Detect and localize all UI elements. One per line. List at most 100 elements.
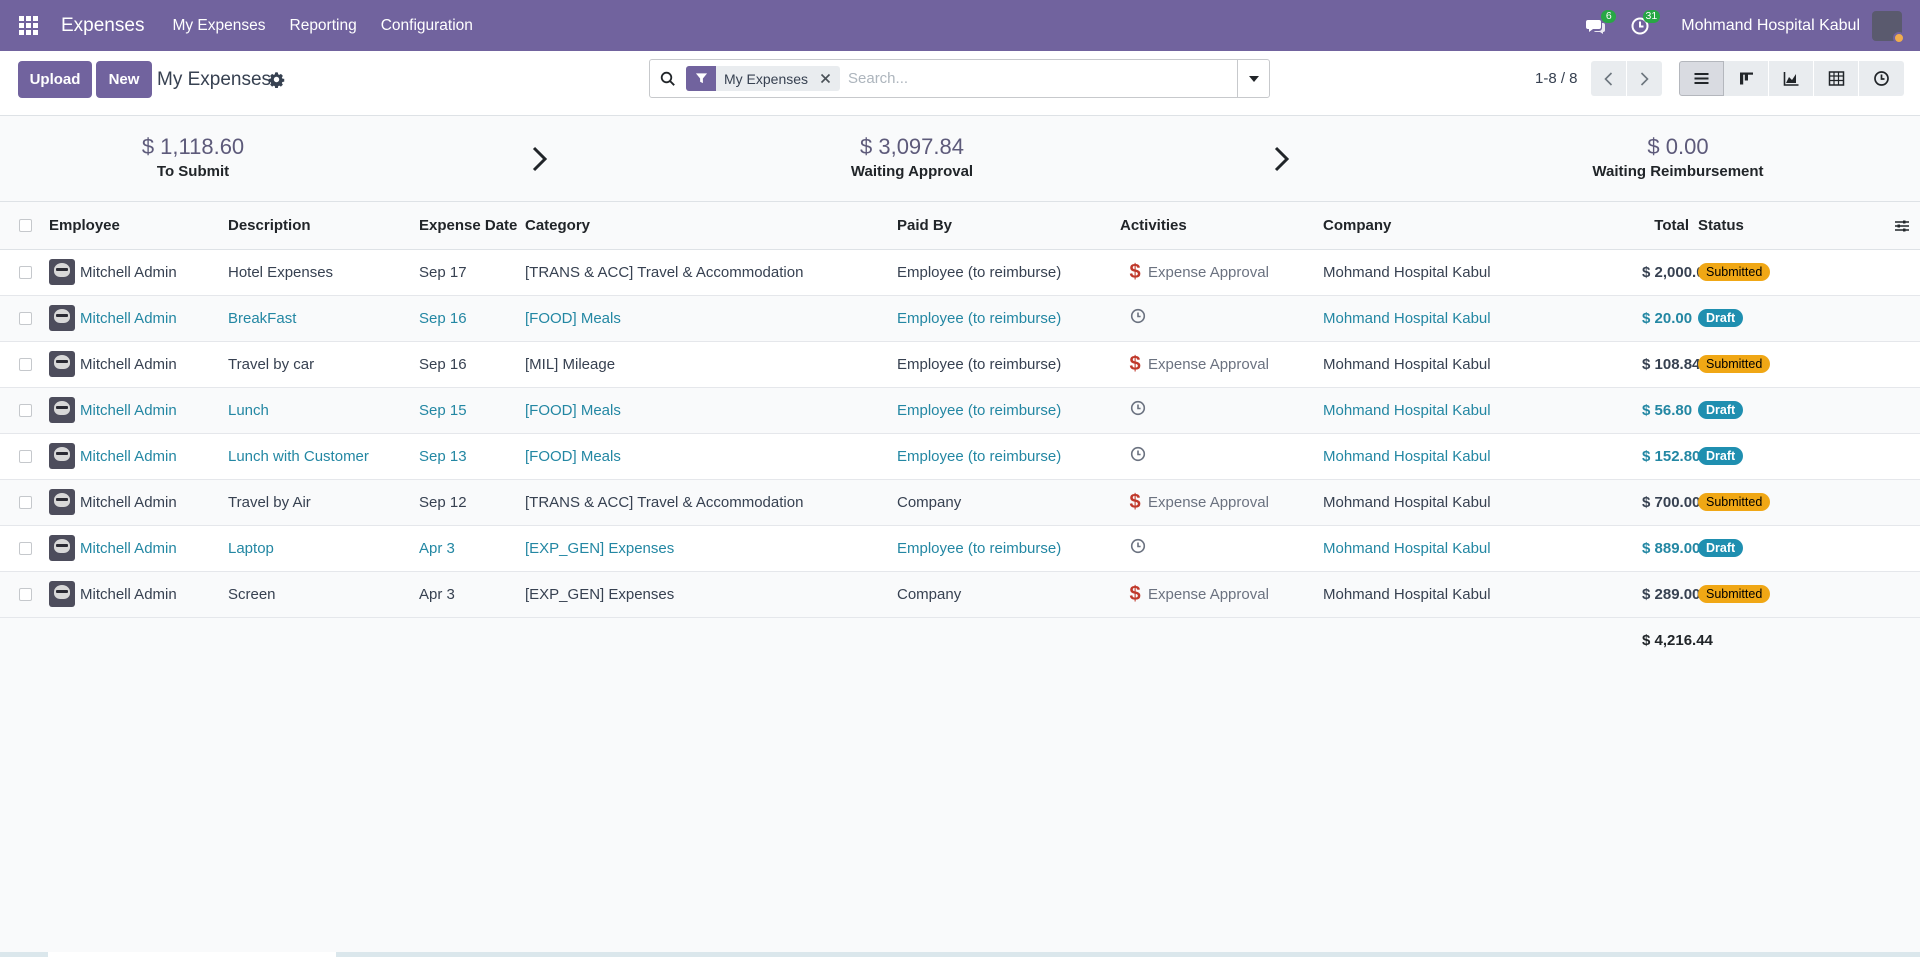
category-cell[interactable]: [FOOD] Meals — [525, 295, 897, 342]
table-row[interactable]: Mitchell Admin Screen Apr 3 [EXP_GEN] Ex… — [0, 571, 1920, 618]
header-activities[interactable]: Activities — [1120, 203, 1323, 250]
category-cell[interactable]: [TRANS & ACC] Travel & Accommodation — [525, 479, 897, 526]
row-checkbox[interactable] — [19, 541, 32, 555]
kanban-view-button[interactable] — [1724, 61, 1769, 96]
company-cell[interactable]: Mohmand Hospital Kabul — [1323, 433, 1642, 480]
paid-by-cell[interactable]: Company — [897, 479, 1120, 526]
header-total[interactable]: Total — [1642, 203, 1698, 250]
employee-cell[interactable]: Mitchell Admin — [49, 571, 228, 618]
header-category[interactable]: Category — [525, 203, 897, 250]
employee-cell[interactable]: Mitchell Admin — [49, 295, 228, 342]
pager-next-button[interactable] — [1627, 61, 1662, 96]
facet-remove-icon[interactable] — [816, 70, 834, 88]
expense-date-cell[interactable]: Sep 17 — [419, 249, 525, 296]
company-cell[interactable]: Mohmand Hospital Kabul — [1323, 479, 1642, 526]
description-cell[interactable]: Laptop — [228, 525, 419, 572]
new-button[interactable]: New — [96, 61, 152, 98]
total-cell[interactable]: $ 20.00 — [1642, 295, 1698, 342]
header-description[interactable]: Description — [228, 203, 419, 250]
row-checkbox[interactable] — [19, 403, 32, 417]
header-employee[interactable]: Employee — [49, 203, 228, 250]
menu-reporting[interactable]: Reporting — [290, 17, 357, 35]
employee-cell[interactable]: Mitchell Admin — [49, 525, 228, 572]
table-row[interactable]: Mitchell Admin Travel by car Sep 16 [MIL… — [0, 341, 1920, 388]
total-cell[interactable]: $ 2,000.00 — [1642, 249, 1713, 296]
row-checkbox[interactable] — [19, 449, 32, 463]
total-cell[interactable]: $ 700.00 — [1642, 479, 1700, 526]
paid-by-cell[interactable]: Employee (to reimburse) — [897, 341, 1120, 388]
clock-icon[interactable] — [1130, 308, 1146, 324]
table-row[interactable]: Mitchell Admin BreakFast Sep 16 [FOOD] M… — [0, 295, 1920, 342]
paid-by-cell[interactable]: Employee (to reimburse) — [897, 295, 1120, 342]
employee-cell[interactable]: Mitchell Admin — [49, 433, 228, 480]
activity-expense-approval[interactable]: $ Expense Approval — [1120, 261, 1323, 284]
company-cell[interactable]: Mohmand Hospital Kabul — [1323, 341, 1642, 388]
user-avatar[interactable] — [1872, 10, 1905, 44]
activity-view-button[interactable] — [1859, 61, 1904, 96]
clock-icon[interactable] — [1130, 400, 1146, 416]
header-paid-by[interactable]: Paid By — [897, 203, 1120, 250]
optional-columns-icon[interactable] — [1894, 218, 1910, 234]
company-switcher[interactable]: Mohmand Hospital Kabul — [1681, 17, 1860, 35]
category-cell[interactable]: [EXP_GEN] Expenses — [525, 571, 897, 618]
employee-cell[interactable]: Mitchell Admin — [49, 341, 228, 388]
expense-date-cell[interactable]: Apr 3 — [419, 525, 525, 572]
total-cell[interactable]: $ 889.00 — [1642, 525, 1700, 572]
category-cell[interactable]: [MIL] Mileage — [525, 341, 897, 388]
paid-by-cell[interactable]: Employee (to reimburse) — [897, 433, 1120, 480]
menu-my-expenses[interactable]: My Expenses — [172, 17, 265, 35]
messages-button[interactable]: 6 — [1583, 9, 1617, 39]
expense-date-cell[interactable]: Sep 16 — [419, 295, 525, 342]
pager-value[interactable]: 1-8 / 8 — [1535, 70, 1578, 87]
table-row[interactable]: Mitchell Admin Hotel Expenses Sep 17 [TR… — [0, 249, 1920, 296]
total-cell[interactable]: $ 152.80 — [1642, 433, 1700, 480]
menu-configuration[interactable]: Configuration — [381, 17, 473, 35]
activity-expense-approval[interactable]: $ Expense Approval — [1120, 353, 1323, 376]
gear-icon[interactable] — [268, 71, 285, 88]
table-row[interactable]: Mitchell Admin Laptop Apr 3 [EXP_GEN] Ex… — [0, 525, 1920, 572]
company-cell[interactable]: Mohmand Hospital Kabul — [1323, 295, 1642, 342]
category-cell[interactable]: [EXP_GEN] Expenses — [525, 525, 897, 572]
search-input[interactable] — [848, 66, 1218, 91]
graph-view-button[interactable] — [1769, 61, 1814, 96]
summary-waiting-approval[interactable]: $ 3,097.84 Waiting Approval — [812, 134, 1012, 180]
company-cell[interactable]: Mohmand Hospital Kabul — [1323, 525, 1642, 572]
paid-by-cell[interactable]: Employee (to reimburse) — [897, 387, 1120, 434]
row-checkbox[interactable] — [19, 311, 32, 325]
row-checkbox[interactable] — [19, 587, 32, 601]
row-checkbox[interactable] — [19, 265, 32, 279]
summary-to-submit[interactable]: $ 1,118.60 To Submit — [93, 134, 293, 180]
activity-expense-approval[interactable]: $ Expense Approval — [1120, 583, 1323, 606]
category-cell[interactable]: [FOOD] Meals — [525, 433, 897, 480]
company-cell[interactable]: Mohmand Hospital Kabul — [1323, 249, 1642, 296]
header-company[interactable]: Company — [1323, 203, 1642, 250]
clock-icon[interactable] — [1130, 538, 1146, 554]
list-view-button[interactable] — [1679, 61, 1724, 96]
category-cell[interactable]: [TRANS & ACC] Travel & Accommodation — [525, 249, 897, 296]
select-all-checkbox[interactable] — [19, 219, 32, 233]
paid-by-cell[interactable]: Employee (to reimburse) — [897, 525, 1120, 572]
employee-cell[interactable]: Mitchell Admin — [49, 249, 228, 296]
pager-previous-button[interactable] — [1591, 61, 1626, 96]
header-expense-date[interactable]: Expense Date — [419, 203, 525, 250]
category-cell[interactable]: [FOOD] Meals — [525, 387, 897, 434]
table-row[interactable]: Mitchell Admin Lunch with Customer Sep 1… — [0, 433, 1920, 480]
description-cell[interactable]: Travel by car — [228, 341, 419, 388]
expense-date-cell[interactable]: Apr 3 — [419, 571, 525, 618]
table-row[interactable]: Mitchell Admin Travel by Air Sep 12 [TRA… — [0, 479, 1920, 526]
pivot-view-button[interactable] — [1814, 61, 1859, 96]
description-cell[interactable]: Screen — [228, 571, 419, 618]
expense-date-cell[interactable]: Sep 16 — [419, 341, 525, 388]
app-brand[interactable]: Expenses — [61, 15, 144, 37]
company-cell[interactable]: Mohmand Hospital Kabul — [1323, 571, 1642, 618]
description-cell[interactable]: Hotel Expenses — [228, 249, 419, 296]
paid-by-cell[interactable]: Company — [897, 571, 1120, 618]
expense-date-cell[interactable]: Sep 12 — [419, 479, 525, 526]
row-checkbox[interactable] — [19, 495, 32, 509]
header-status[interactable]: Status — [1698, 203, 1821, 250]
activities-button[interactable]: 31 — [1627, 9, 1661, 39]
search-options-toggle[interactable] — [1237, 60, 1269, 97]
summary-waiting-reimbursement[interactable]: $ 0.00 Waiting Reimbursement — [1578, 134, 1778, 180]
activity-expense-approval[interactable]: $ Expense Approval — [1120, 491, 1323, 514]
clock-icon[interactable] — [1130, 446, 1146, 462]
